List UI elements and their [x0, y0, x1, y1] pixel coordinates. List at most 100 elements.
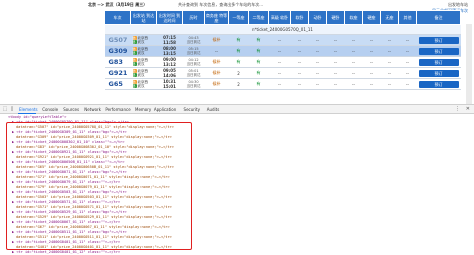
to-station: 终武汉 [132, 84, 157, 88]
highlight-annotation [6, 122, 192, 250]
stations-cell: 始北京西终武汉 [130, 67, 157, 79]
seat-availability[interactable]: 候补 [204, 34, 229, 46]
train-code[interactable]: G921 [104, 67, 131, 79]
book-button[interactable]: 预订 [418, 69, 459, 77]
devtools-tab-memory[interactable]: Memory [135, 107, 151, 112]
seat-availability: -- [326, 56, 345, 68]
seat-availability[interactable]: 有 [228, 56, 249, 68]
dom-node-line[interactable]: ▶ <tr id="ticket_24000G0401_01_12" class… [12, 250, 120, 255]
inspect-element-icon[interactable]: ⬚ [2, 106, 8, 112]
column-header[interactable]: 无座 [380, 10, 399, 25]
end-station-tag: 终 [132, 62, 137, 66]
close-icon[interactable]: ✕ [466, 106, 470, 112]
book-button[interactable]: 预订 [418, 47, 459, 55]
seat-availability[interactable]: 候补 [204, 67, 229, 79]
train-code[interactable]: G83 [104, 56, 131, 68]
seat-availability: -- [380, 78, 399, 90]
devtools-tab-security[interactable]: Security [184, 107, 200, 112]
seat-availability[interactable]: 有 [248, 78, 269, 90]
duration-cell: 04:30 当日到达 [182, 78, 205, 90]
end-station-tag: 终 [132, 73, 137, 77]
book-button[interactable]: 预订 [418, 80, 459, 88]
arrival-time: 11:58 [163, 40, 176, 45]
stations-cell: 始北京西终武汉 [130, 56, 157, 68]
seat-availability[interactable]: 有 [228, 45, 249, 57]
seat-availability[interactable]: 候补 [204, 56, 229, 68]
seat-availability: -- [380, 56, 399, 68]
devtools-tab-elements[interactable]: Elements [19, 107, 38, 112]
column-header[interactable]: 历时 [182, 10, 205, 25]
column-header[interactable]: 出发时间 到达时间 [156, 10, 183, 25]
column-header[interactable]: 出发站 到达站 [130, 10, 157, 25]
train-list-table: 车次 出发站 到达站 出发时间 到达时间 历时 商务座 特等座 一等座 二等座 高级 软卧 软卧… [104, 10, 461, 90]
column-header[interactable]: 一等座 [228, 10, 249, 25]
book-cell: 预订 [416, 45, 461, 57]
seat-availability[interactable]: 有 [248, 34, 269, 46]
seat-availability[interactable]: 有 [228, 34, 249, 46]
seat-availability: -- [268, 34, 291, 46]
seat-availability: -- [344, 45, 363, 57]
seat-availability: -- [290, 56, 309, 68]
seat-availability: -- [308, 45, 327, 57]
column-header[interactable]: 软卧 [290, 10, 309, 25]
arrival-time: 13:15 [163, 51, 176, 56]
seat-availability: -- [308, 56, 327, 68]
seat-availability: -- [380, 34, 399, 46]
tooltip-row: n*ticket_24000G0570Q_01_11 [104, 24, 461, 35]
duration-cell: 05:01 当日到达 [182, 67, 205, 79]
seat-availability[interactable]: 2 [228, 78, 249, 90]
seat-availability: -- [398, 56, 417, 68]
seat-availability[interactable]: 有 [248, 45, 269, 57]
seat-availability: -- [344, 56, 363, 68]
book-cell: 预订 [416, 67, 461, 79]
devtools-tab-network[interactable]: Network [84, 107, 101, 112]
train-row: G65 始北京西终武汉 10:31 15:01 04:30 当日到达 候补 2 有 -- -- -- -… [104, 78, 461, 90]
seat-availability: -- [308, 34, 327, 46]
train-code[interactable]: G65 [104, 78, 131, 90]
devtools-tab-performance[interactable]: Performance [105, 107, 130, 112]
column-header[interactable]: 硬卧 [326, 10, 345, 25]
devtools-menu-icon[interactable]: ⋮ [455, 106, 460, 112]
book-cell: 预订 [416, 78, 461, 90]
book-button[interactable]: 预订 [418, 36, 459, 44]
seat-availability: -- [268, 67, 291, 79]
time-cell: 09:00 13:12 [156, 56, 183, 68]
page-scrollbar[interactable] [466, 24, 472, 104]
seat-availability: -- [268, 56, 291, 68]
devtools-tab-console[interactable]: Console [42, 107, 58, 112]
devtools-tab-application[interactable]: Application [154, 107, 176, 112]
seat-availability: -- [362, 45, 381, 57]
arrival-day: 当日到达 [186, 73, 201, 77]
active-tab-indicator [18, 113, 36, 114]
device-toolbar-icon[interactable]: ▯ [9, 106, 15, 112]
column-header[interactable]: 高级 软卧 [268, 10, 291, 25]
train-code[interactable]: G309 [104, 45, 131, 57]
seat-availability: -- [398, 34, 417, 46]
query-summary-bar: 北京 --> 武汉（3月19日 周三） 共计查询到 车次信息，查询出多个车站的车… [0, 0, 474, 13]
seat-availability[interactable]: 2 [228, 67, 249, 79]
stations-cell: 始北京西终武汉 [130, 45, 157, 57]
column-header[interactable]: 备注 [416, 10, 461, 25]
to-station: 终武汉 [132, 62, 157, 66]
devtools-tab-sources[interactable]: Sources [63, 107, 79, 112]
seat-availability: -- [326, 67, 345, 79]
time-cell: 08:00 13:15 [156, 45, 183, 57]
column-header[interactable]: 车次 [104, 10, 131, 25]
time-cell: 10:31 15:01 [156, 78, 183, 90]
seat-availability: -- [344, 34, 363, 46]
train-code[interactable]: G507 [104, 34, 131, 46]
column-header[interactable]: 软座 [344, 10, 363, 25]
column-header[interactable]: 动卧 [308, 10, 327, 25]
seat-availability[interactable]: 有 [248, 67, 269, 79]
seat-availability: -- [380, 45, 399, 57]
column-header[interactable]: 硬座 [362, 10, 381, 25]
column-header[interactable]: 商务座 特等座 [204, 10, 229, 25]
book-button[interactable]: 预订 [418, 58, 459, 66]
seat-availability[interactable]: 有 [248, 56, 269, 68]
seat-availability[interactable]: 候补 [204, 78, 229, 90]
seat-availability: -- [398, 45, 417, 57]
column-header[interactable]: 二等座 [248, 10, 269, 25]
seat-availability: -- [326, 45, 345, 57]
devtools-tab-audits[interactable]: Audits [207, 107, 220, 112]
column-header[interactable]: 其他 [398, 10, 417, 25]
